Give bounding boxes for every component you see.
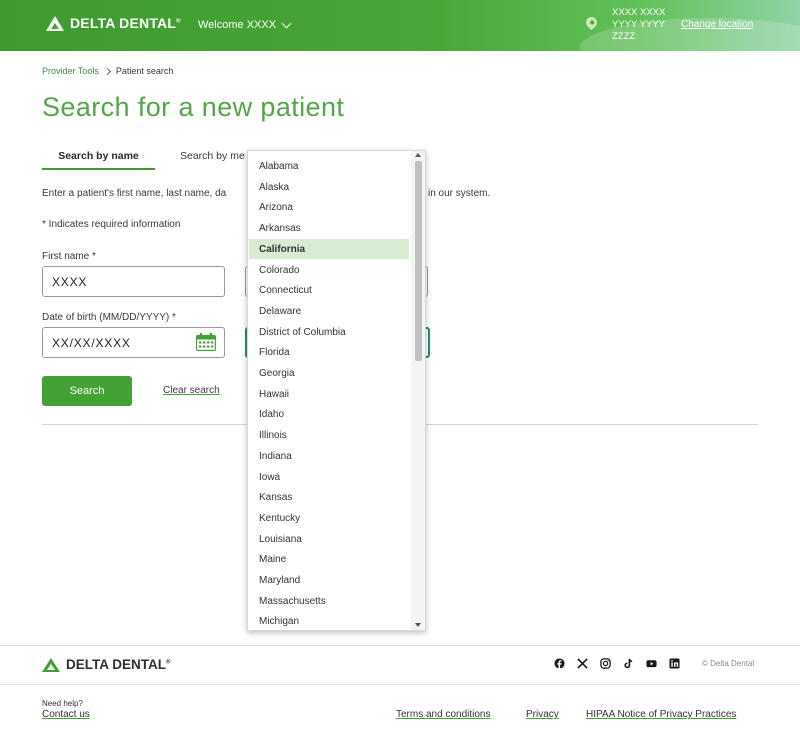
- delta-triangle-icon: [42, 657, 60, 672]
- address-line: ZZZZ: [612, 31, 636, 42]
- footer-logo[interactable]: DELTA DENTAL®: [42, 657, 170, 672]
- delta-triangle-icon: [46, 15, 64, 31]
- breadcrumb: Provider Tools Patient search: [42, 66, 173, 76]
- breadcrumb-current: Patient search: [115, 66, 174, 76]
- dropdown-option[interactable]: Alabama: [249, 156, 409, 176]
- scroll-up-arrow-icon[interactable]: [415, 153, 421, 157]
- dropdown-option[interactable]: Hawaii: [249, 384, 409, 404]
- dropdown-option[interactable]: Illinois: [249, 425, 409, 445]
- dropdown-option[interactable]: Alaska: [249, 177, 409, 197]
- x-icon[interactable]: [577, 658, 588, 669]
- location-pin-icon: [583, 14, 600, 31]
- tab-search-by-name[interactable]: Search by name: [42, 150, 155, 170]
- tiktok-icon[interactable]: [623, 658, 634, 669]
- breadcrumb-provider-tools[interactable]: Provider Tools: [42, 66, 99, 76]
- dropdown-option[interactable]: Arizona: [249, 197, 409, 217]
- dob-label: Date of birth (MM/DD/YYYY) *: [42, 312, 176, 323]
- dropdown-option[interactable]: Idaho: [249, 404, 409, 424]
- logo-text: DELTA DENTAL®: [70, 15, 181, 31]
- address-line: YYYY YYYY: [612, 19, 665, 30]
- scroll-down-arrow-icon[interactable]: [415, 623, 421, 627]
- top-header: DELTA DENTAL® Welcome XXXX XXXX XXXX YYY…: [0, 0, 800, 51]
- dropdown-option[interactable]: Kentucky: [249, 508, 409, 528]
- dropdown-option[interactable]: Florida: [249, 342, 409, 362]
- welcome-text: Welcome XXXX: [198, 19, 277, 31]
- dropdown-option[interactable]: Delaware: [249, 301, 409, 321]
- youtube-icon[interactable]: [646, 658, 657, 669]
- footer-divider: [0, 684, 800, 685]
- first-name-input[interactable]: XXXX: [42, 266, 225, 297]
- dob-input[interactable]: XX/XX/XXXX: [42, 327, 225, 358]
- dropdown-option[interactable]: Michigan: [249, 611, 409, 630]
- first-name-value: XXXX: [52, 274, 88, 289]
- change-location-link[interactable]: Change location: [681, 19, 753, 30]
- state-dropdown-list[interactable]: Alabama Alaska Arizona Arkansas Californ…: [247, 150, 426, 631]
- dropdown-option[interactable]: Connecticut: [249, 280, 409, 300]
- required-note: * Indicates required information: [42, 219, 181, 230]
- copyright: © Delta Dental: [702, 659, 755, 668]
- dropdown-option[interactable]: Iowa: [249, 467, 409, 487]
- hipaa-link[interactable]: HIPAA Notice of Privacy Practices: [586, 709, 736, 720]
- instructions-text-end: in our system.: [428, 188, 491, 199]
- dropdown-option[interactable]: Georgia: [249, 363, 409, 383]
- instagram-icon[interactable]: [600, 658, 611, 669]
- search-button[interactable]: Search: [42, 376, 132, 406]
- chevron-right-icon: [103, 67, 111, 75]
- dropdown-option-selected[interactable]: California: [249, 239, 409, 259]
- terms-link[interactable]: Terms and conditions: [396, 709, 491, 720]
- dropdown-option[interactable]: Kansas: [249, 487, 409, 507]
- footer-divider: [0, 645, 800, 646]
- dropdown-option[interactable]: Maine: [249, 549, 409, 569]
- calendar-icon[interactable]: [196, 333, 216, 351]
- dropdown-option[interactable]: Maryland: [249, 570, 409, 590]
- need-help-label: Need help?: [42, 699, 83, 708]
- first-name-label: First name *: [42, 251, 96, 262]
- clear-search-link[interactable]: Clear search: [163, 385, 220, 396]
- contact-us-link[interactable]: Contact us: [42, 709, 90, 720]
- facebook-icon[interactable]: [554, 658, 565, 669]
- chevron-down-icon: [281, 18, 292, 28]
- scrollbar-thumb[interactable]: [415, 161, 422, 361]
- privacy-link[interactable]: Privacy: [526, 709, 559, 720]
- dob-value: XX/XX/XXXX: [52, 335, 131, 350]
- delta-dental-logo[interactable]: DELTA DENTAL®: [46, 15, 181, 31]
- location-address: XXXX XXXX YYYY YYYY ZZZZ: [612, 7, 665, 43]
- dropdown-option[interactable]: Arkansas: [249, 218, 409, 238]
- dropdown-option[interactable]: Massachusetts: [249, 591, 409, 611]
- dropdown-option[interactable]: Indiana: [249, 446, 409, 466]
- dropdown-scrollbar[interactable]: [411, 151, 425, 630]
- address-line: XXXX XXXX: [612, 7, 666, 18]
- footer-logo-text: DELTA DENTAL®: [66, 657, 171, 672]
- tab-search-by-member[interactable]: Search by me: [180, 150, 245, 162]
- linkedin-icon[interactable]: [669, 658, 680, 669]
- instructions-text: Enter a patient's first name, last name,…: [42, 188, 227, 199]
- dropdown-option[interactable]: Louisiana: [249, 529, 409, 549]
- dropdown-option[interactable]: Colorado: [249, 260, 409, 280]
- dropdown-option[interactable]: District of Columbia: [249, 322, 409, 342]
- page-title: Search for a new patient: [42, 92, 345, 122]
- welcome-menu[interactable]: Welcome XXXX: [198, 18, 292, 31]
